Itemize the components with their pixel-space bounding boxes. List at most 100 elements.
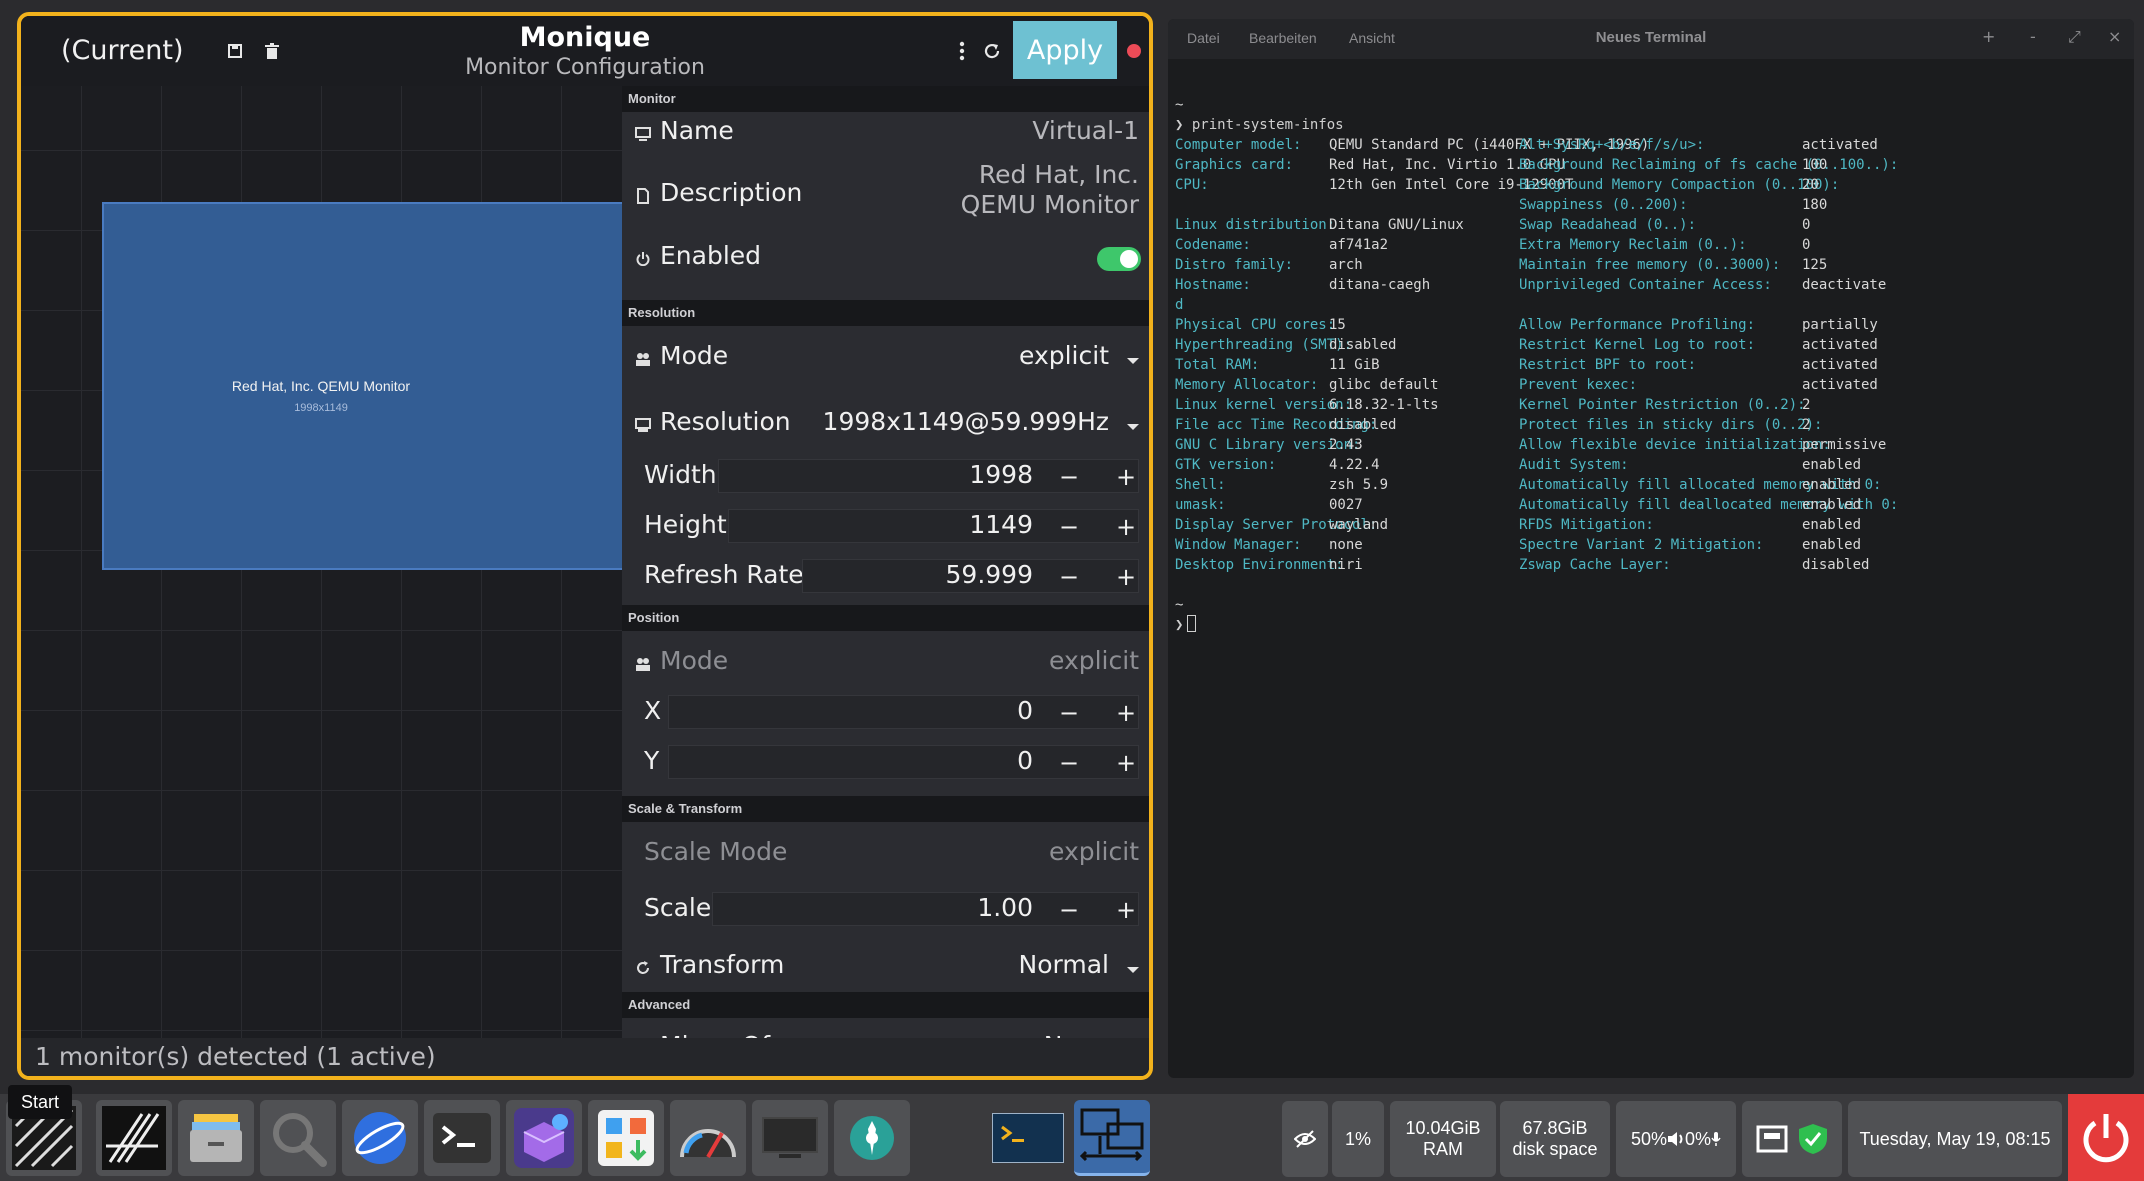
date-time[interactable]: Tuesday, May 19, 08:15 <box>1848 1101 2062 1177</box>
system-info-row: Distro family: arch Maintain free memory (… <box>1175 255 2134 275</box>
terminal-app-icon[interactable] <box>424 1100 500 1176</box>
description-value-line2: QEMU Monitor <box>960 190 1139 219</box>
document-icon <box>634 187 652 205</box>
apply-button[interactable]: Apply <box>1013 21 1117 79</box>
browser-icon[interactable] <box>342 1100 418 1176</box>
resolution-label: Resolution <box>660 407 791 436</box>
info-value: wayland <box>1329 517 1389 533</box>
x-decrement-button[interactable]: − <box>1054 698 1084 728</box>
command-text: print-system-infos <box>1191 117 1344 133</box>
close-icon[interactable] <box>1127 44 1141 58</box>
info-value: ditana-caegh <box>1329 277 1431 293</box>
monitor-settings-panel: Monitor Name Virtual-1 Description Red H… <box>622 86 1149 1046</box>
section-advanced: Advanced <box>622 992 1149 1018</box>
cpu-usage[interactable]: 1% <box>1332 1101 1384 1177</box>
height-increment-button[interactable]: + <box>1111 512 1141 542</box>
info-key: Extra Memory Reclaim (0..): <box>1519 237 1747 253</box>
info-key: Hostname: <box>1175 277 1251 293</box>
scale-mode-value: explicit <box>1049 837 1139 866</box>
audio-control[interactable]: 50% 0% <box>1616 1101 1736 1177</box>
power-icon <box>2083 1113 2129 1162</box>
file-manager-icon[interactable] <box>178 1100 254 1176</box>
power-button[interactable] <box>2068 1094 2144 1181</box>
terminal-window[interactable]: Datei Bearbeiten Ansicht Neues Terminal … <box>1168 19 2134 1078</box>
disk-value: 67.8GiB <box>1522 1118 1588 1138</box>
x-label: X <box>644 696 662 725</box>
y-decrement-button[interactable]: − <box>1054 748 1084 778</box>
height-decrement-button[interactable]: − <box>1054 512 1084 542</box>
minimize-icon[interactable]: - <box>2030 27 2036 46</box>
info-key: RFDS Mitigation: <box>1519 517 1654 533</box>
info-key: Maintain free memory (0..3000): <box>1519 257 1781 273</box>
height-value[interactable]: 1149 <box>969 510 1033 539</box>
system-info-row: GNU C Library version: 2.43 Allow flexible… <box>1175 435 2134 455</box>
chevron-down-icon[interactable] <box>1127 967 1139 973</box>
package-manager-icon[interactable] <box>506 1100 582 1176</box>
y-value[interactable]: 0 <box>1017 746 1033 775</box>
scale-value[interactable]: 1.00 <box>977 893 1033 922</box>
transform-value[interactable]: Normal <box>1019 950 1109 979</box>
refresh-rate-decrement-button[interactable]: − <box>1054 562 1084 592</box>
ditana-logo-icon[interactable] <box>96 1100 172 1176</box>
system-info-row: Computer model: QEMU Standard PC (i440FX … <box>1175 135 2134 155</box>
refresh-icon[interactable] <box>981 40 1003 62</box>
system-info-row: umask: 0027 Automatically fill deallocated… <box>1175 495 2134 515</box>
section-monitor: Monitor <box>622 86 1149 112</box>
ram-usage[interactable]: 10.04GiB RAM <box>1390 1101 1496 1177</box>
info-value: deactivate <box>1802 277 1887 293</box>
scale-decrement-button[interactable]: − <box>1054 895 1084 925</box>
display-icon <box>634 416 652 434</box>
more-menu-icon[interactable] <box>951 40 973 62</box>
disk-usage[interactable]: 67.8GiB disk space <box>1500 1101 1610 1177</box>
system-info-row: Display Server Protocol: wayland RFDS Miti… <box>1175 515 2134 535</box>
system-info-row: Desktop Environment: niri Zswap Cache Laye… <box>1175 555 2134 575</box>
x-value[interactable]: 0 <box>1017 696 1033 725</box>
info-key: Total RAM: <box>1175 357 1260 373</box>
monitor-layout-canvas[interactable]: Red Hat, Inc. QEMU Monitor 1998x1149 <box>21 86 622 1046</box>
display-app-icon[interactable] <box>752 1100 828 1176</box>
software-center-icon[interactable] <box>588 1100 664 1176</box>
info-key: Protect files in sticky dirs (0..2): <box>1519 417 1823 433</box>
system-info-row: CPU: 12th Gen Intel Core i9-12900T Backgro… <box>1175 175 2134 195</box>
width-increment-button[interactable]: + <box>1111 462 1141 492</box>
scale-increment-button[interactable]: + <box>1111 895 1141 925</box>
monique-window: (Current) Monique Monitor Configuration … <box>17 12 1153 1080</box>
info-value: enabled <box>1802 517 1862 533</box>
settings-wrench-icon[interactable] <box>834 1100 910 1176</box>
width-value[interactable]: 1998 <box>969 460 1033 489</box>
info-key: Prevent kexec: <box>1519 377 1638 393</box>
search-icon[interactable] <box>260 1100 336 1176</box>
y-increment-button[interactable]: + <box>1111 748 1141 778</box>
enabled-toggle[interactable] <box>1097 247 1141 271</box>
resolution-value[interactable]: 1998x1149@59.999Hz <box>823 407 1109 436</box>
chevron-down-icon[interactable] <box>1127 424 1139 430</box>
info-value: niri <box>1329 557 1363 573</box>
info-value: disabled <box>1802 557 1870 573</box>
app-title: Monique <box>519 22 651 53</box>
refresh-rate-value[interactable]: 59.999 <box>946 560 1033 589</box>
refresh-rate-increment-button[interactable]: + <box>1111 562 1141 592</box>
taskbar-monique-window[interactable] <box>1074 1100 1150 1176</box>
eye-off-icon[interactable] <box>1282 1101 1328 1177</box>
ram-label: RAM <box>1423 1139 1463 1159</box>
info-value: enabled <box>1802 457 1862 473</box>
monitor-preview-resolution: 1998x1149 <box>294 402 348 414</box>
maximize-icon[interactable]: ⤢ <box>2068 27 2081 47</box>
x-increment-button[interactable]: + <box>1111 698 1141 728</box>
system-monitor-icon[interactable] <box>670 1100 746 1176</box>
resolution-mode-value[interactable]: explicit <box>1019 341 1109 370</box>
width-decrement-button[interactable]: − <box>1054 462 1084 492</box>
taskbar-terminal-window[interactable] <box>990 1100 1066 1176</box>
info-value: 2 <box>1802 417 1811 433</box>
status-text: 1 monitor(s) detected (1 active) <box>35 1042 436 1071</box>
chevron-down-icon[interactable] <box>1127 358 1139 364</box>
terminal-header: Datei Bearbeiten Ansicht Neues Terminal … <box>1168 19 2134 59</box>
info-value: af741a2 <box>1329 237 1389 253</box>
monitor-icon <box>634 125 652 143</box>
info-value: zsh 5.9 <box>1329 477 1389 493</box>
new-tab-icon[interactable]: + <box>1982 27 1995 46</box>
info-value: arch <box>1329 257 1363 273</box>
network-security-tray[interactable] <box>1742 1101 1842 1177</box>
info-value: enabled <box>1802 497 1862 513</box>
close-icon[interactable]: × <box>2108 27 2121 46</box>
